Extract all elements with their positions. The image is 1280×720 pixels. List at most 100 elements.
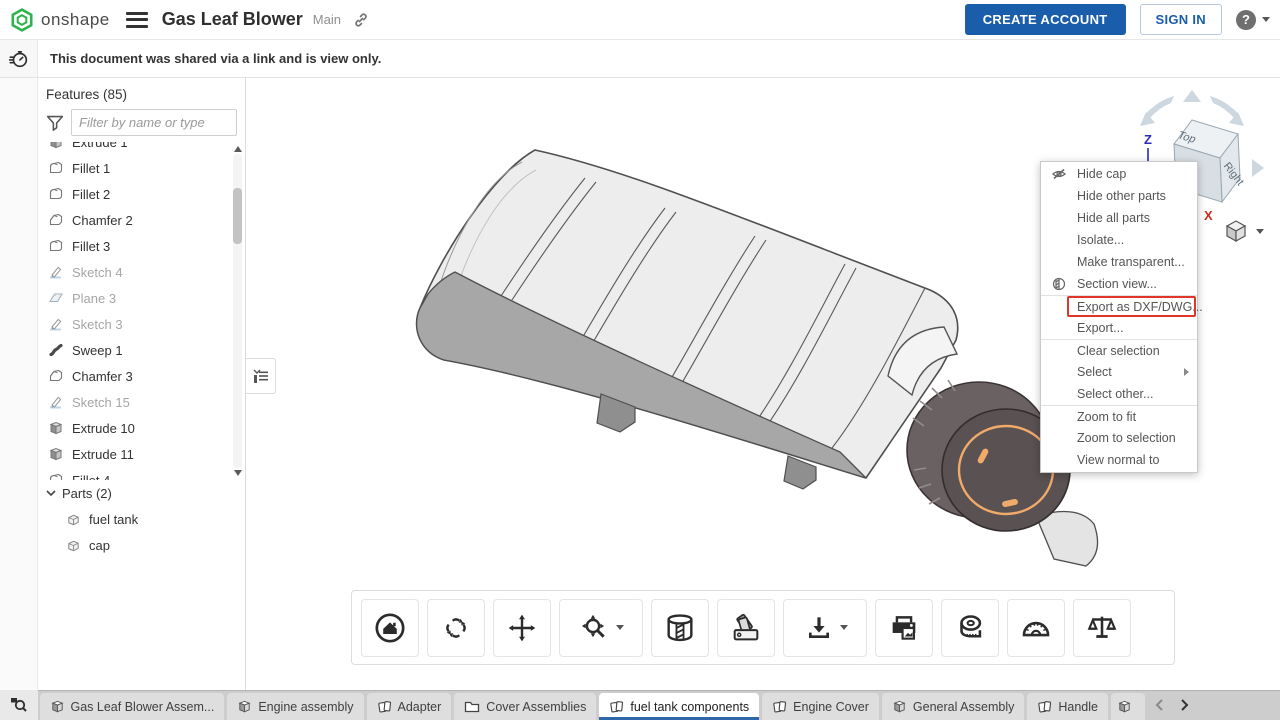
feature-row[interactable]: Sketch 3 xyxy=(38,311,230,337)
menu-item-isolate[interactable]: Isolate... xyxy=(1041,229,1197,251)
print-image-button[interactable] xyxy=(875,599,933,657)
section-tool-icon xyxy=(663,611,697,645)
zoom-icon xyxy=(579,612,611,644)
print-image-icon xyxy=(887,611,921,645)
tab-partial[interactable] xyxy=(1111,693,1145,720)
create-account-button[interactable]: CREATE ACCOUNT xyxy=(965,4,1126,35)
feature-row[interactable]: Sketch 15 xyxy=(38,389,230,415)
assembly-icon xyxy=(237,699,252,714)
z-axis-label: Z xyxy=(1144,132,1152,147)
zoom-view-button[interactable] xyxy=(559,599,643,657)
chevron-down-icon[interactable] xyxy=(616,625,624,630)
tab-search-button[interactable] xyxy=(0,690,38,720)
view-mode-cube-icon xyxy=(1223,218,1249,244)
feature-row[interactable]: Plane 3 xyxy=(38,285,230,311)
sketch-icon xyxy=(48,316,64,332)
hamburger-menu-button[interactable] xyxy=(126,11,148,29)
history-rail-cell[interactable] xyxy=(0,40,38,77)
tabs-next-button[interactable] xyxy=(1172,690,1198,720)
tab-engine-cover[interactable]: Engine Cover xyxy=(762,693,879,720)
menu-item-hide-other-parts[interactable]: Hide other parts xyxy=(1041,185,1197,207)
scroll-down-icon[interactable] xyxy=(234,470,242,476)
branch-label[interactable]: Main xyxy=(313,12,341,27)
mass-properties-button[interactable] xyxy=(1073,599,1131,657)
chevron-down-icon xyxy=(1262,17,1270,22)
feature-row[interactable]: Chamfer 3 xyxy=(38,363,230,389)
assembly-icon xyxy=(892,699,907,714)
filter-funnel-icon[interactable] xyxy=(44,112,66,134)
fuel-tank-model[interactable] xyxy=(396,118,1106,568)
extrude-icon xyxy=(48,142,64,150)
feature-row[interactable]: Extrude 1 xyxy=(38,142,230,155)
feature-row[interactable]: Chamfer 2 xyxy=(38,207,230,233)
help-menu-button[interactable]: ? xyxy=(1236,10,1270,30)
section-view-icon xyxy=(1051,276,1067,292)
part-row-cap[interactable]: cap xyxy=(38,532,245,558)
search-tabs-icon xyxy=(9,695,29,715)
feature-row[interactable]: Sketch 4 xyxy=(38,259,230,285)
section-view-button[interactable] xyxy=(651,599,709,657)
part-studio-icon xyxy=(1037,699,1052,714)
menu-item-view-normal-to[interactable]: View normal to xyxy=(1041,449,1197,471)
measure-button[interactable] xyxy=(941,599,999,657)
view-options-button[interactable] xyxy=(1223,218,1264,244)
menu-item-make-transparent[interactable]: Make transparent... xyxy=(1041,251,1197,273)
tabs-prev-button[interactable] xyxy=(1146,690,1172,720)
tab-fuel-tank-components[interactable]: fuel tank components xyxy=(599,693,759,720)
feature-tree-toggle[interactable] xyxy=(246,358,276,394)
feature-row[interactable]: Extrude 10 xyxy=(38,415,230,441)
tab-engine-assembly[interactable]: Engine assembly xyxy=(227,693,363,720)
feature-row[interactable]: Fillet 2 xyxy=(38,181,230,207)
feature-row[interactable]: Fillet 3 xyxy=(38,233,230,259)
tab-gas-leaf-blower-assembly[interactable]: Gas Leaf Blower Assem... xyxy=(40,693,225,720)
menu-item-zoom-to-selection[interactable]: Zoom to selection xyxy=(1041,427,1197,449)
home-icon xyxy=(373,611,407,645)
share-link-icon[interactable] xyxy=(353,12,369,28)
sketch-icon xyxy=(48,394,64,410)
pan-view-button[interactable] xyxy=(493,599,551,657)
tab-general-assembly[interactable]: General Assembly xyxy=(882,693,1024,720)
chevron-down-icon[interactable] xyxy=(840,625,848,630)
scroll-up-icon[interactable] xyxy=(234,146,242,152)
folder-icon xyxy=(464,700,480,714)
feature-list: Extrude 1 Fillet 1 Fillet 2 Chamfer 2 Fi… xyxy=(38,142,245,480)
menu-item-export-as-dxf-dwg[interactable]: Export as DXF/DWG... xyxy=(1041,295,1197,317)
scrollbar-thumb[interactable] xyxy=(233,188,242,244)
menu-item-section-view[interactable]: Section view... xyxy=(1041,273,1197,295)
chamfer-icon xyxy=(48,368,64,384)
feature-row[interactable]: Sweep 1 xyxy=(38,337,230,363)
view-toolbar xyxy=(351,590,1175,665)
appearance-button[interactable] xyxy=(717,599,775,657)
mass-properties-icon xyxy=(1085,611,1119,645)
home-view-button[interactable] xyxy=(361,599,419,657)
parts-section-header[interactable]: Parts (2) xyxy=(38,480,245,506)
top-bar: onshape Gas Leaf Blower Main CREATE ACCO… xyxy=(0,0,1280,40)
chevron-down-icon xyxy=(1256,229,1264,234)
tab-cover-assemblies[interactable]: Cover Assemblies xyxy=(454,693,596,720)
plane-icon xyxy=(48,290,64,306)
feature-row[interactable]: Fillet 1 xyxy=(38,155,230,181)
menu-item-clear-selection[interactable]: Clear selection xyxy=(1041,339,1197,361)
part-icon xyxy=(66,538,81,553)
feature-scrollbar[interactable] xyxy=(231,144,244,478)
tab-adapter[interactable]: Adapter xyxy=(367,693,452,720)
menu-item-hide-cap[interactable]: Hide cap xyxy=(1041,163,1197,185)
menu-item-zoom-to-fit[interactable]: Zoom to fit xyxy=(1041,405,1197,427)
feature-filter-input[interactable] xyxy=(71,109,237,136)
rotate-view-button[interactable] xyxy=(427,599,485,657)
tab-handle[interactable]: Handle xyxy=(1027,693,1108,720)
menu-item-select-other[interactable]: Select other... xyxy=(1041,383,1197,405)
feature-row[interactable]: Fillet 4 xyxy=(38,467,230,480)
feature-row[interactable]: Extrude 11 xyxy=(38,441,230,467)
menu-item-select[interactable]: Select xyxy=(1041,361,1197,383)
part-row-fuel-tank[interactable]: fuel tank xyxy=(38,506,245,532)
sign-in-button[interactable]: SIGN IN xyxy=(1140,4,1223,35)
menu-item-hide-all-parts[interactable]: Hide all parts xyxy=(1041,207,1197,229)
model-canvas[interactable]: Top Right Z X Hide cap xyxy=(246,78,1280,690)
protractor-button[interactable] xyxy=(1007,599,1065,657)
context-menu: Hide cap Hide other parts Hide all parts… xyxy=(1040,161,1198,473)
export-download-button[interactable] xyxy=(783,599,867,657)
menu-item-export[interactable]: Export... xyxy=(1041,317,1197,339)
scrollbar-track[interactable] xyxy=(233,154,242,468)
onshape-logo[interactable]: onshape xyxy=(10,8,110,32)
